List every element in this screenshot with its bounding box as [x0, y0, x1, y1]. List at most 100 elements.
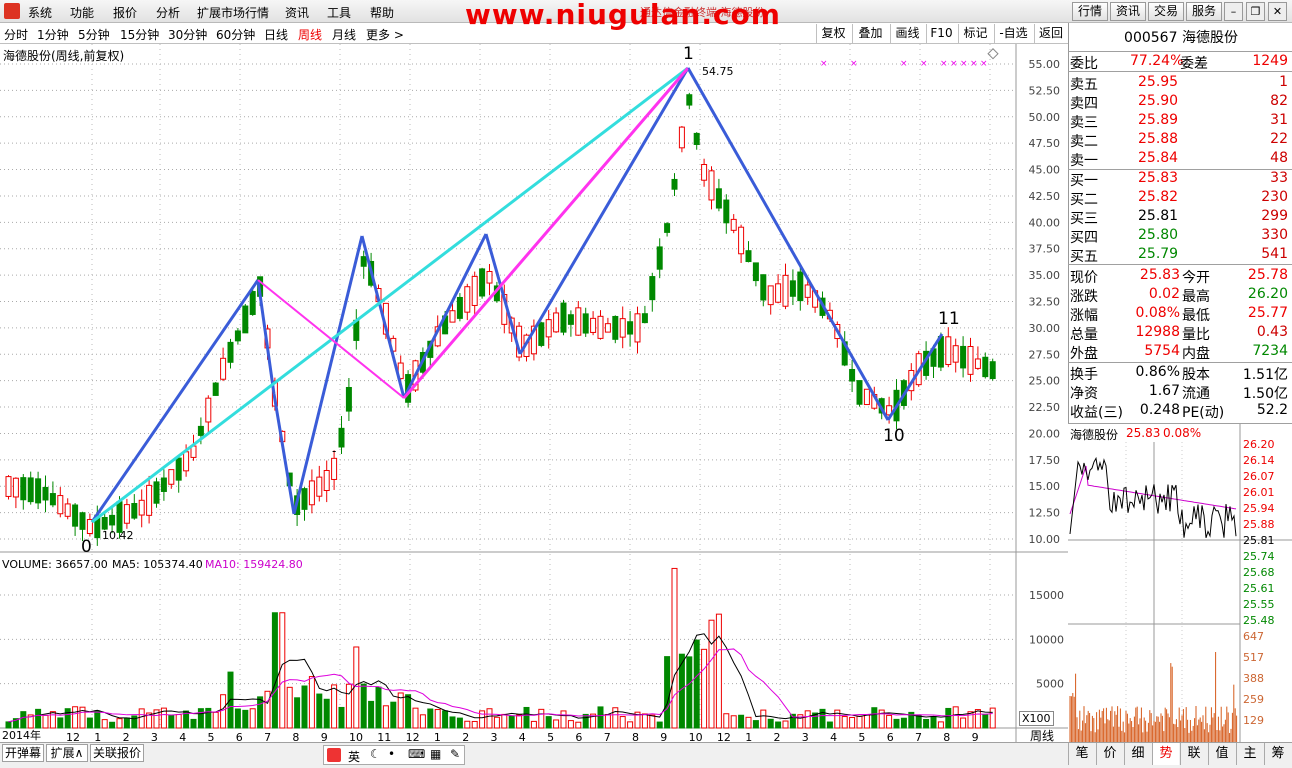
month-tick: 8	[292, 731, 299, 742]
tab-related-quote[interactable]: 关联报价	[90, 744, 144, 762]
stat-value: 0.43	[1256, 324, 1288, 340]
volume-bar	[915, 714, 922, 729]
volume-bar	[664, 656, 671, 729]
f10-button[interactable]: F10	[926, 24, 956, 43]
stat-label: 最低	[1182, 308, 1210, 324]
month-tick: 10	[349, 731, 363, 742]
candle-body	[967, 346, 974, 375]
month-tick: 1	[745, 731, 752, 742]
menu-system[interactable]: 系统	[28, 4, 52, 21]
volume-bar	[360, 683, 367, 729]
menu-quote[interactable]: 报价	[113, 4, 137, 21]
candle-body	[183, 451, 190, 472]
volume-bar	[257, 696, 264, 729]
price-tick-label: 25.00	[1029, 375, 1061, 388]
menu-news[interactable]: 资讯	[285, 4, 309, 21]
back-button[interactable]: 返回	[1034, 24, 1067, 43]
menu-extended-market[interactable]: 扩展市场行情	[197, 4, 269, 21]
stock-code: 000567	[1124, 30, 1178, 46]
month-tick: 12	[717, 731, 731, 742]
period-30min[interactable]: 30分钟	[168, 26, 207, 43]
candle-body	[738, 226, 745, 255]
weibi-value: 77.24%	[1130, 53, 1184, 69]
right-tab-3[interactable]: 势	[1152, 743, 1179, 765]
candle-body	[471, 275, 478, 306]
trade-button[interactable]: 交易	[1148, 2, 1184, 21]
moon-icon[interactable]: ☾	[370, 747, 381, 761]
volume-label: VOLUME: 36657.00	[2, 558, 108, 571]
candle-body	[782, 274, 789, 307]
month-tick: 6	[236, 731, 243, 742]
menu-tools[interactable]: 工具	[327, 4, 351, 21]
volume-bar	[708, 619, 715, 729]
candle-body	[649, 276, 656, 301]
tab-danmaku[interactable]: 开弹幕	[2, 744, 44, 762]
period-more[interactable]: 更多 >	[366, 26, 404, 43]
stat-label: 今开	[1182, 270, 1210, 286]
period-daily[interactable]: 日线	[264, 26, 288, 43]
mini-volume-tick: 517	[1243, 651, 1264, 664]
period-weekly[interactable]: 周线	[298, 26, 322, 43]
keyboard-icon[interactable]: ⌨	[408, 747, 425, 761]
mini-timeshare-chart[interactable]: 26.20 26.14 26.07 26.01 25.94 25.88 25.81 25.74…	[1068, 424, 1292, 742]
watchlist-button[interactable]: -自选	[994, 24, 1032, 43]
draw-line-button[interactable]: 画线	[890, 24, 924, 43]
candle-body	[131, 503, 138, 519]
period-5min[interactable]: 5分钟	[78, 26, 110, 43]
period-1min[interactable]: 1分钟	[37, 26, 69, 43]
right-tab-5[interactable]: 值	[1208, 743, 1235, 765]
right-tab-7[interactable]: 筹	[1264, 743, 1291, 765]
mini-price: 25.83	[1126, 426, 1161, 440]
candle-body	[797, 271, 804, 302]
volume-bar	[863, 714, 870, 729]
menu-analysis[interactable]: 分析	[156, 4, 180, 21]
dot-icon[interactable]: •	[388, 747, 395, 761]
minimize-icon[interactable]: –	[1224, 2, 1243, 21]
candle-body	[168, 469, 175, 485]
kline-chart[interactable]: 55.00 52.50 50.00 47.50 45.00 42.50 40.00 37.50…	[0, 44, 1068, 742]
volume-bar	[516, 714, 523, 729]
period-monthly[interactable]: 月线	[332, 26, 356, 43]
right-tab-6[interactable]: 主	[1236, 743, 1263, 765]
grid-icon[interactable]: ▦	[430, 747, 441, 761]
quote-button[interactable]: 行情	[1072, 2, 1108, 21]
ask-label: 卖一	[1070, 153, 1098, 169]
volume-bar	[738, 714, 745, 729]
month-tick: 12	[66, 731, 80, 742]
right-tab-2[interactable]: 细	[1124, 743, 1151, 765]
service-button[interactable]: 服务	[1186, 2, 1222, 21]
right-tab-4[interactable]: 联	[1180, 743, 1207, 765]
restore-icon[interactable]: ❐	[1246, 2, 1265, 21]
close-icon[interactable]: ✕	[1268, 2, 1287, 21]
price-tick-label: 42.50	[1029, 190, 1061, 203]
high-price-label: 54.75	[702, 65, 734, 78]
volume-bar	[937, 721, 944, 729]
volume-bar	[449, 716, 456, 729]
ime-lang[interactable]: 英	[348, 748, 360, 765]
overlay-button[interactable]: 叠加	[852, 24, 888, 43]
right-tab-1[interactable]: 价	[1096, 743, 1123, 765]
period-60min[interactable]: 60分钟	[216, 26, 255, 43]
menu-help[interactable]: 帮助	[370, 4, 394, 21]
month-tick: 2	[462, 731, 469, 742]
candle-body	[582, 313, 589, 334]
mini-price-tick: 25.88	[1243, 518, 1275, 531]
mark-button[interactable]: 标记	[958, 24, 992, 43]
mini-price-tick: 25.74	[1243, 550, 1275, 563]
volume-bar	[264, 690, 271, 729]
candle-body	[952, 345, 959, 363]
news-button[interactable]: 资讯	[1110, 2, 1146, 21]
wrench-icon[interactable]: ✎	[450, 747, 460, 761]
period-timeshare[interactable]: 分时	[4, 26, 28, 43]
volume-bar	[701, 648, 708, 729]
candle-body	[775, 283, 782, 303]
adjust-button[interactable]: 复权	[816, 24, 850, 43]
right-tab-0[interactable]: 笔	[1068, 743, 1095, 765]
ma5-line	[8, 633, 993, 723]
menu-function[interactable]: 功能	[70, 4, 94, 21]
candle-body	[323, 469, 330, 492]
volume-bar	[826, 721, 833, 729]
mini-price-tick: 26.14	[1243, 454, 1275, 467]
tab-extend[interactable]: 扩展∧	[46, 744, 88, 762]
period-15min[interactable]: 15分钟	[120, 26, 159, 43]
